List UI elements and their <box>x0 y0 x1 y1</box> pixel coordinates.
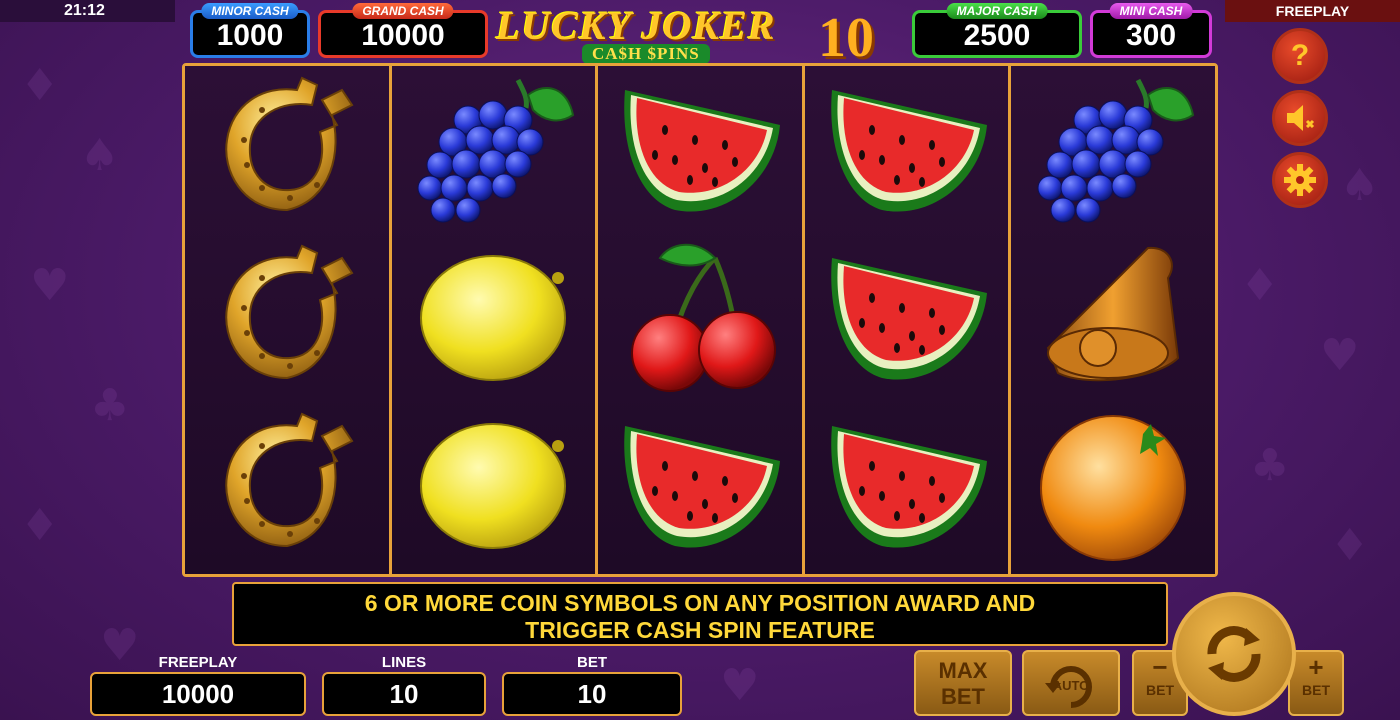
freeplay-balance: 10000 <box>90 672 306 716</box>
plus-icon: + <box>1308 652 1324 682</box>
cherries-icon <box>615 238 785 398</box>
auto-spin-button[interactable]: AUTO <box>1022 650 1120 716</box>
reel-cell <box>392 66 596 234</box>
reel-3 <box>598 66 805 574</box>
lemon-icon <box>408 238 578 398</box>
bet-increase-button[interactable]: + BET <box>1288 650 1344 716</box>
reel-5 <box>1011 66 1215 574</box>
settings-button[interactable] <box>1272 152 1328 208</box>
jackpot-mini-label: MINI CASH <box>1109 3 1193 19</box>
reel-cell <box>1011 66 1215 234</box>
question-icon: ? <box>1290 39 1310 72</box>
jackpot-minor-label: MINOR CASH <box>201 3 299 19</box>
jackpot-grand-label: GRAND CASH <box>352 3 454 19</box>
reel-cell <box>598 66 802 234</box>
reel-cell <box>1011 234 1215 402</box>
info-message: 6 OR MORE COIN SYMBOLS ON ANY POSITION A… <box>232 582 1168 646</box>
lines-label: LINES <box>381 654 427 671</box>
jackpot-grand: GRAND CASH 10000 <box>318 3 488 58</box>
jackpot-minor: MINOR CASH 1000 <box>190 3 310 58</box>
reel-2 <box>391 66 599 574</box>
bell-icon <box>1028 238 1198 398</box>
mode-indicator: FREEPLAY <box>1225 0 1400 22</box>
game-logo: LUCKY JOKER 10 CA$H $PINS <box>496 2 906 69</box>
reel-cell <box>185 234 389 402</box>
max-bet-button[interactable]: MAX BET <box>914 650 1012 716</box>
logo-subtitle: CA$H $PINS <box>582 44 710 64</box>
jackpot-mini-value: 300 <box>1125 19 1177 52</box>
reel-cell <box>185 66 389 234</box>
orange-icon <box>1028 406 1198 566</box>
sound-button[interactable] <box>1272 90 1328 146</box>
auto-label: AUTO <box>1052 678 1090 693</box>
help-button[interactable]: ? <box>1272 28 1328 84</box>
reel-cell <box>185 402 389 570</box>
reel-cell <box>392 402 596 570</box>
horseshoe-icon <box>202 238 372 398</box>
bet-increase-label: BET <box>1302 682 1330 698</box>
spin-button[interactable] <box>1172 592 1296 716</box>
reel-cell <box>805 66 1009 234</box>
reel-4 <box>804 66 1012 574</box>
reel-cell <box>1011 402 1215 570</box>
reel-cell <box>805 402 1009 570</box>
reel-cell <box>598 402 802 570</box>
spin-arrows-icon <box>1207 626 1261 682</box>
reel-cell <box>598 234 802 402</box>
reel-1 <box>185 66 392 574</box>
freeplay-label: FREEPLAY <box>158 654 238 671</box>
bet-decrease-label: BET <box>1146 682 1174 698</box>
jackpot-major: MAJOR CASH 2500 <box>912 3 1082 58</box>
grapes-icon <box>408 70 578 230</box>
watermelon-icon <box>615 70 785 230</box>
info-message-line-2: TRIGGER CASH SPIN FEATURE <box>525 617 875 643</box>
lemon-icon <box>408 406 578 566</box>
logo-title: LUCKY JOKER <box>496 3 776 48</box>
max-bet-label-line-1: MAX <box>938 658 988 683</box>
watermelon-icon <box>615 406 785 566</box>
gear-icon <box>1284 164 1316 196</box>
watermelon-icon <box>822 406 992 566</box>
jackpot-grand-value: 10000 <box>361 19 445 52</box>
horseshoe-icon <box>202 406 372 566</box>
speaker-muted-icon <box>1287 105 1315 131</box>
reel-cell <box>392 234 596 402</box>
reel-cell <box>805 234 1009 402</box>
lines-value: 10 <box>322 672 486 716</box>
logo-number: 10 <box>818 7 874 69</box>
jackpot-mini: MINI CASH 300 <box>1090 3 1212 58</box>
reel-area <box>182 63 1218 577</box>
horseshoe-icon <box>202 70 372 230</box>
bet-label: BET <box>577 654 607 671</box>
watermelon-icon <box>822 70 992 230</box>
clock: 21:12 <box>0 0 175 22</box>
jackpot-minor-value: 1000 <box>216 19 284 52</box>
jackpot-major-value: 2500 <box>963 19 1031 52</box>
watermelon-icon <box>822 238 992 398</box>
grapes-icon <box>1028 70 1198 230</box>
jackpot-major-label: MAJOR CASH <box>946 3 1048 19</box>
bet-value: 10 <box>502 672 682 716</box>
info-message-line-1: 6 OR MORE COIN SYMBOLS ON ANY POSITION A… <box>364 590 1036 616</box>
max-bet-label-line-2: BET <box>941 684 985 709</box>
